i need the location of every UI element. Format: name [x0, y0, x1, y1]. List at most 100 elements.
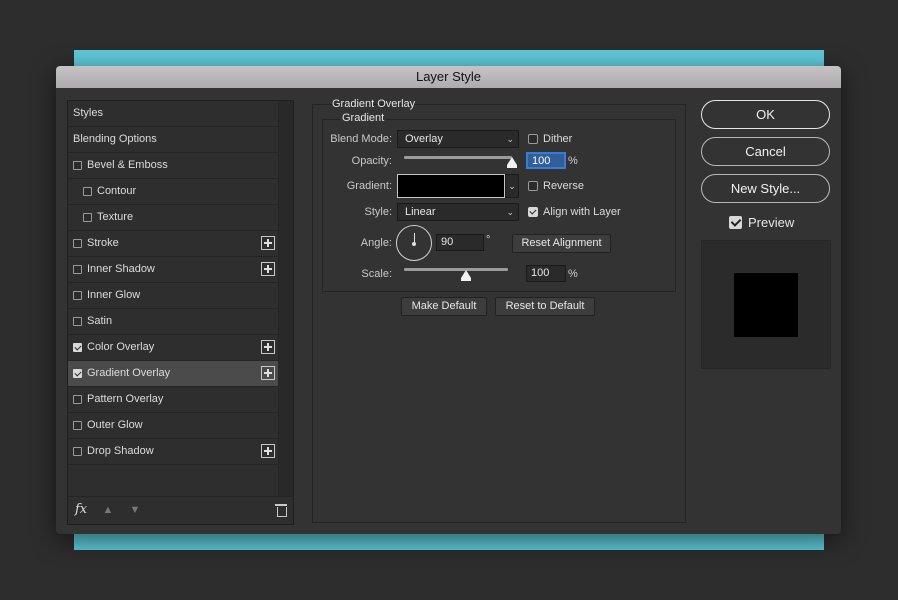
- style-checkbox[interactable]: [73, 343, 82, 352]
- fx-icon[interactable]: fx: [75, 502, 87, 517]
- reverse-checkbox-box[interactable]: [528, 181, 538, 191]
- style-list-item[interactable]: Satin: [68, 309, 279, 335]
- dither-checkbox-box[interactable]: [528, 134, 538, 144]
- add-effect-icon[interactable]: [261, 236, 275, 250]
- style-list-item-label: Inner Shadow: [87, 263, 155, 275]
- style-list-scrollbar[interactable]: [278, 101, 293, 497]
- gradient-label: Gradient:: [346, 180, 392, 192]
- opacity-unit: %: [568, 155, 578, 167]
- reverse-checkbox[interactable]: Reverse: [528, 180, 584, 192]
- preview-checkbox[interactable]: Preview: [729, 215, 794, 230]
- style-list-item[interactable]: Blending Options: [68, 127, 279, 153]
- ok-button[interactable]: OK: [701, 100, 830, 129]
- style-checkbox[interactable]: [83, 187, 92, 196]
- chevron-down-icon: ⌄: [506, 134, 514, 144]
- preview-checkbox-box[interactable]: [729, 216, 742, 229]
- style-label: Style:: [364, 206, 392, 218]
- reverse-label: Reverse: [543, 180, 584, 192]
- style-list-item-label: Gradient Overlay: [87, 367, 171, 379]
- preview-label: Preview: [748, 215, 795, 230]
- style-list-item-label: Contour: [97, 185, 137, 197]
- style-list-item[interactable]: Contour: [68, 179, 279, 205]
- scale-input[interactable]: 100: [526, 265, 566, 282]
- new-style-button[interactable]: New Style...: [701, 174, 830, 203]
- style-list-item[interactable]: Inner Shadow: [68, 257, 279, 283]
- style-checkbox[interactable]: [73, 369, 82, 378]
- style-list-item-label: Outer Glow: [87, 419, 143, 431]
- add-effect-icon[interactable]: [261, 340, 275, 354]
- blend-mode-value: Overlay: [405, 133, 443, 145]
- style-checkbox[interactable]: [73, 291, 82, 300]
- style-list-item[interactable]: Styles: [68, 101, 279, 127]
- style-value: Linear: [405, 206, 436, 218]
- style-checkbox[interactable]: [73, 161, 82, 170]
- style-checkbox[interactable]: [73, 395, 82, 404]
- angle-label: Angle:: [360, 237, 392, 249]
- preview-thumbnail: [734, 273, 798, 337]
- gradient-dropdown[interactable]: ⌄: [505, 174, 519, 198]
- align-with-layer-label: Align with Layer: [543, 206, 621, 218]
- chevron-down-icon: ⌄: [508, 181, 516, 191]
- style-list-item[interactable]: Bevel & Emboss: [68, 153, 279, 179]
- section-title: Gradient Overlay: [332, 98, 416, 110]
- opacity-label: Opacity:: [351, 155, 392, 167]
- style-list: Styles Blending Options Bevel & Emboss Cont…: [67, 100, 294, 525]
- make-default-button[interactable]: Make Default: [401, 297, 487, 316]
- style-list-item-label: Bevel & Emboss: [87, 159, 168, 171]
- angle-input[interactable]: 90: [436, 234, 484, 251]
- layer-style-dialog: Layer Style Styles Blending Options Bevel …: [56, 66, 841, 534]
- align-with-layer-checkbox-box[interactable]: [528, 207, 538, 217]
- scale-slider-thumb[interactable]: [461, 270, 472, 281]
- chevron-down-icon: ⌄: [506, 207, 514, 217]
- style-list-item[interactable]: Drop Shadow: [68, 439, 279, 465]
- style-checkbox[interactable]: [73, 447, 82, 456]
- style-list-item-label: Blending Options: [73, 133, 157, 145]
- style-list-item-label: Color Overlay: [87, 341, 155, 353]
- scale-slider-track[interactable]: [404, 268, 508, 271]
- angle-dial[interactable]: [396, 225, 432, 261]
- add-effect-icon[interactable]: [261, 366, 275, 380]
- style-list-item-label: Texture: [97, 211, 134, 223]
- style-list-item[interactable]: Color Overlay: [68, 335, 279, 361]
- style-checkbox[interactable]: [73, 265, 82, 274]
- style-list-item-label: Pattern Overlay: [87, 393, 164, 405]
- move-up-icon[interactable]: ▲: [102, 504, 114, 516]
- style-list-item[interactable]: Pattern Overlay: [68, 387, 279, 413]
- blend-mode-label: Blend Mode:: [330, 133, 392, 145]
- preview-box: [701, 240, 831, 369]
- angle-unit: °: [486, 234, 491, 246]
- opacity-slider-track[interactable]: [404, 156, 512, 159]
- dither-label: Dither: [543, 133, 573, 145]
- style-list-item-label: Satin: [87, 315, 113, 327]
- gradient-group-title: Gradient: [340, 112, 387, 124]
- style-checkbox[interactable]: [73, 421, 82, 430]
- reset-alignment-button[interactable]: Reset Alignment: [512, 234, 611, 253]
- align-with-layer-checkbox[interactable]: Align with Layer: [528, 206, 621, 218]
- style-list-item[interactable]: Stroke: [68, 231, 279, 257]
- style-select[interactable]: Linear ⌄: [397, 203, 519, 221]
- style-checkbox[interactable]: [73, 239, 82, 248]
- style-list-item[interactable]: Texture: [68, 205, 279, 231]
- style-checkbox[interactable]: [73, 317, 82, 326]
- style-list-item[interactable]: Gradient Overlay: [68, 361, 279, 387]
- add-effect-icon[interactable]: [261, 262, 275, 276]
- opacity-slider-thumb[interactable]: [507, 157, 517, 168]
- cancel-button[interactable]: Cancel: [701, 137, 830, 166]
- style-list-item-label: Drop Shadow: [87, 445, 154, 457]
- scale-unit: %: [568, 268, 578, 280]
- trash-icon[interactable]: [275, 503, 287, 517]
- style-list-item-label: Stroke: [87, 237, 119, 249]
- blend-mode-select[interactable]: Overlay ⌄: [397, 130, 519, 148]
- style-list-item[interactable]: Inner Glow: [68, 283, 279, 309]
- style-list-item-label: Inner Glow: [87, 289, 141, 301]
- add-effect-icon[interactable]: [261, 444, 275, 458]
- style-checkbox[interactable]: [83, 213, 92, 222]
- reset-to-default-button[interactable]: Reset to Default: [495, 297, 595, 316]
- dialog-title: Layer Style: [56, 66, 841, 88]
- opacity-input[interactable]: 100: [526, 152, 566, 169]
- move-down-icon[interactable]: ▼: [129, 504, 141, 516]
- dither-checkbox[interactable]: Dither: [528, 133, 572, 145]
- gradient-swatch[interactable]: [397, 174, 505, 198]
- scale-label: Scale:: [361, 268, 392, 280]
- style-list-item[interactable]: Outer Glow: [68, 413, 279, 439]
